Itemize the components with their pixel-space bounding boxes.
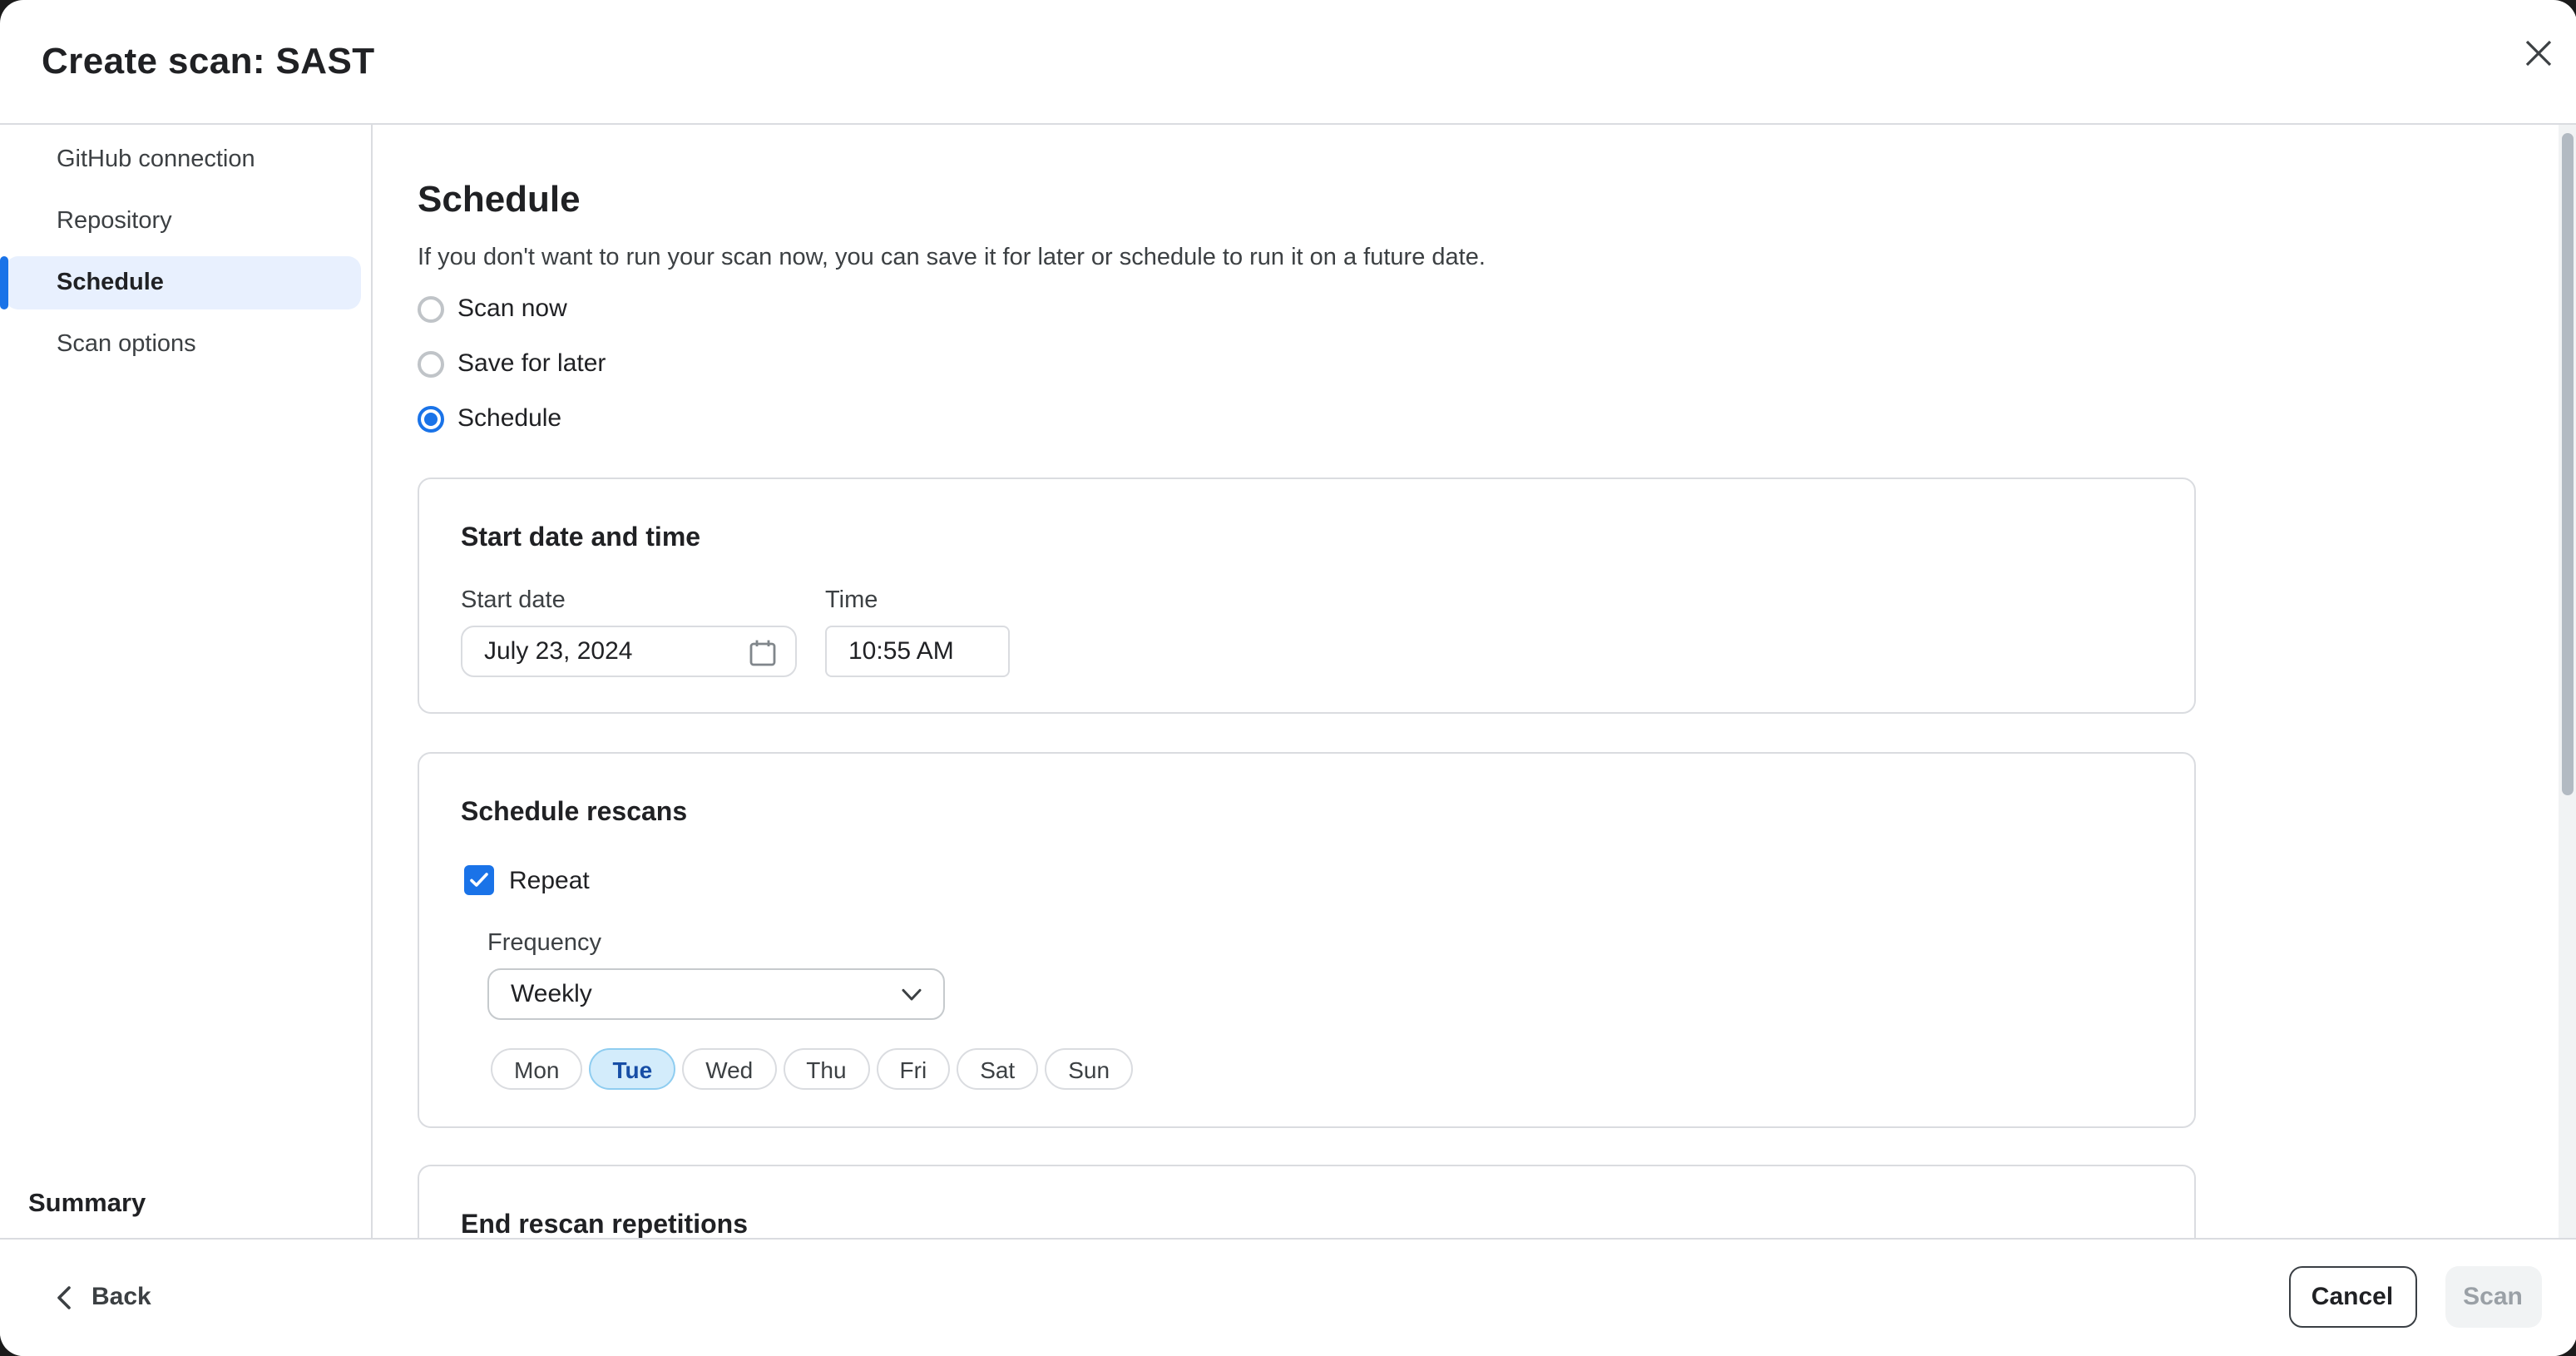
day-pill-thu[interactable]: Thu [783, 1048, 869, 1090]
page-backdrop: Create scan: SAST GitHub connection Repo… [0, 0, 2576, 1356]
start-date-value: July 23, 2024 [484, 637, 632, 666]
start-date-time-card: Start date and time Start date Time July… [418, 478, 2196, 714]
repeat-label: Repeat [509, 866, 590, 894]
sidebar-item-label: Schedule [57, 270, 164, 296]
check-icon [469, 872, 489, 888]
schedule-description: If you don't want to run your scan now, … [418, 245, 1486, 271]
dialog-body: GitHub connection Repository Schedule Sc… [0, 125, 2576, 1237]
sidebar-item-label: Scan options [57, 331, 196, 358]
calendar-icon[interactable] [749, 639, 777, 667]
frequency-value: Weekly [511, 980, 592, 1008]
sidebar-item-summary[interactable]: Summary [28, 1189, 146, 1219]
dialog-title: Create scan: SAST [42, 40, 375, 83]
close-icon [2523, 38, 2553, 68]
day-pill-wed[interactable]: Wed [682, 1048, 776, 1090]
schedule-mode-radio-group: Scan now Save for later Schedule [418, 281, 606, 446]
dialog-footer: Back Cancel Scan [0, 1237, 2576, 1356]
sidebar-item-scan-options[interactable]: Scan options [5, 318, 361, 371]
repeat-checkbox[interactable] [464, 865, 494, 895]
create-scan-dialog: Create scan: SAST GitHub connection Repo… [0, 0, 2576, 1356]
sidebar-item-github-connection[interactable]: GitHub connection [5, 133, 361, 186]
radio-row-save-for-later: Save for later [418, 336, 606, 391]
step-sidebar: GitHub connection Repository Schedule Sc… [0, 125, 373, 1237]
frequency-select[interactable]: Weekly [487, 968, 945, 1020]
time-label: Time [825, 587, 878, 614]
scan-button[interactable]: Scan [2445, 1267, 2541, 1329]
card-title: End rescan repetitions [461, 1211, 748, 1237]
close-button[interactable] [2518, 33, 2558, 73]
save-for-later-radio[interactable] [418, 350, 444, 377]
card-title: Schedule rescans [461, 799, 687, 829]
chevron-down-icon [902, 988, 922, 1002]
step-nav: GitHub connection Repository Schedule Sc… [0, 133, 371, 371]
dialog-header: Create scan: SAST [0, 0, 2576, 125]
page-title: Schedule [418, 178, 581, 221]
chevron-left-icon [57, 1286, 72, 1309]
scan-now-radio[interactable] [418, 295, 444, 322]
radio-label: Scan now [457, 294, 567, 323]
sidebar-item-schedule[interactable]: Schedule [5, 256, 361, 309]
schedule-step-content: Schedule If you don't want to run your s… [373, 125, 2576, 1237]
radio-label: Schedule [457, 404, 561, 433]
day-pill-fri[interactable]: Fri [877, 1048, 951, 1090]
weekday-pill-row: Mon Tue Wed Thu Fri Sat Sun [491, 1048, 1133, 1090]
day-pill-mon[interactable]: Mon [491, 1048, 582, 1090]
schedule-radio[interactable] [418, 405, 444, 432]
radio-label: Save for later [457, 349, 606, 378]
scrollbar-track[interactable] [2558, 125, 2576, 1237]
sidebar-item-repository[interactable]: Repository [5, 195, 361, 248]
end-rescan-repetitions-card: End rescan repetitions [418, 1165, 2196, 1237]
time-input[interactable]: 10:55 AM [825, 626, 1010, 677]
scrollbar-thumb[interactable] [2561, 133, 2573, 795]
sidebar-item-label: Repository [57, 208, 172, 235]
time-value: 10:55 AM [848, 637, 954, 666]
frequency-label: Frequency [487, 930, 601, 957]
day-pill-sat[interactable]: Sat [957, 1048, 1038, 1090]
back-label: Back [91, 1284, 151, 1312]
card-title: Start date and time [461, 524, 700, 554]
back-button[interactable]: Back [57, 1284, 151, 1312]
sidebar-item-label: GitHub connection [57, 146, 255, 173]
schedule-rescans-card: Schedule rescans Repeat Frequency Weekly [418, 752, 2196, 1128]
radio-row-schedule: Schedule [418, 391, 606, 446]
start-date-label: Start date [461, 587, 566, 614]
cancel-button[interactable]: Cancel [2288, 1267, 2416, 1329]
radio-row-scan-now: Scan now [418, 281, 606, 336]
repeat-checkbox-row: Repeat [464, 865, 590, 895]
start-date-input[interactable]: July 23, 2024 [461, 626, 797, 677]
day-pill-sun[interactable]: Sun [1045, 1048, 1133, 1090]
day-pill-tue[interactable]: Tue [589, 1048, 675, 1090]
